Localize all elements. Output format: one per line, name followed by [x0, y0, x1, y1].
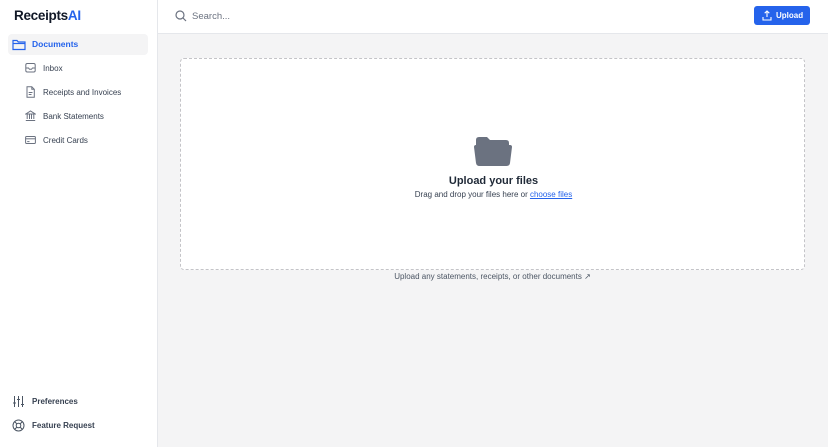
search-input[interactable] — [192, 8, 492, 24]
sidebar-item-label: Credit Cards — [43, 136, 88, 145]
sliders-icon — [13, 396, 24, 407]
sidebar-item-label: Receipts and Invoices — [43, 88, 122, 97]
open-folder-icon — [474, 137, 512, 166]
upload-icon — [762, 10, 772, 21]
upload-button[interactable]: Upload — [754, 6, 810, 25]
sidebar-item-label: Feature Request — [32, 421, 95, 430]
inbox-icon — [25, 63, 36, 73]
logo-text: Receipts — [14, 8, 68, 23]
search-icon — [175, 10, 187, 22]
bank-icon — [25, 110, 36, 121]
app-logo[interactable]: ReceiptsAI — [14, 8, 81, 23]
logo-accent: AI — [67, 8, 81, 23]
upload-hint: Upload any statements, receipts, or othe… — [394, 272, 591, 281]
sidebar-item-label: Preferences — [32, 397, 78, 406]
sidebar-item-bank-statements[interactable]: Bank Statements — [25, 107, 150, 127]
folder-icon — [12, 39, 26, 51]
sidebar-item-documents[interactable]: Documents — [8, 34, 148, 55]
document-icon — [26, 86, 35, 98]
sidebar-item-label: Documents — [32, 39, 79, 49]
sidebar-item-feature-request[interactable]: Feature Request — [12, 416, 147, 436]
dropzone-instruction: Drag and drop your files here or — [414, 190, 530, 199]
sidebar: ReceiptsAI Documents Inbox Receipts and … — [0, 0, 158, 447]
sidebar-item-inbox[interactable]: Inbox — [25, 59, 150, 79]
file-dropzone[interactable]: Upload your files Drag and drop your fil… — [180, 58, 805, 270]
choose-files-link[interactable]: choose files — [530, 190, 572, 199]
dropzone-subtitle: Drag and drop your files here or choose … — [181, 190, 806, 199]
lifebuoy-icon — [12, 419, 25, 432]
sidebar-item-credit-cards[interactable]: Credit Cards — [25, 131, 150, 151]
sidebar-item-receipts-and-invoices[interactable]: Receipts and Invoices — [25, 83, 150, 103]
dropzone-title: Upload your files — [448, 175, 539, 187]
credit-card-icon — [25, 136, 36, 144]
top-bar: Upload — [158, 0, 828, 34]
sidebar-item-preferences[interactable]: Preferences — [12, 392, 147, 412]
sidebar-item-label: Bank Statements — [43, 112, 104, 121]
sidebar-item-label: Inbox — [43, 64, 63, 73]
upload-button-label: Upload — [776, 11, 804, 20]
